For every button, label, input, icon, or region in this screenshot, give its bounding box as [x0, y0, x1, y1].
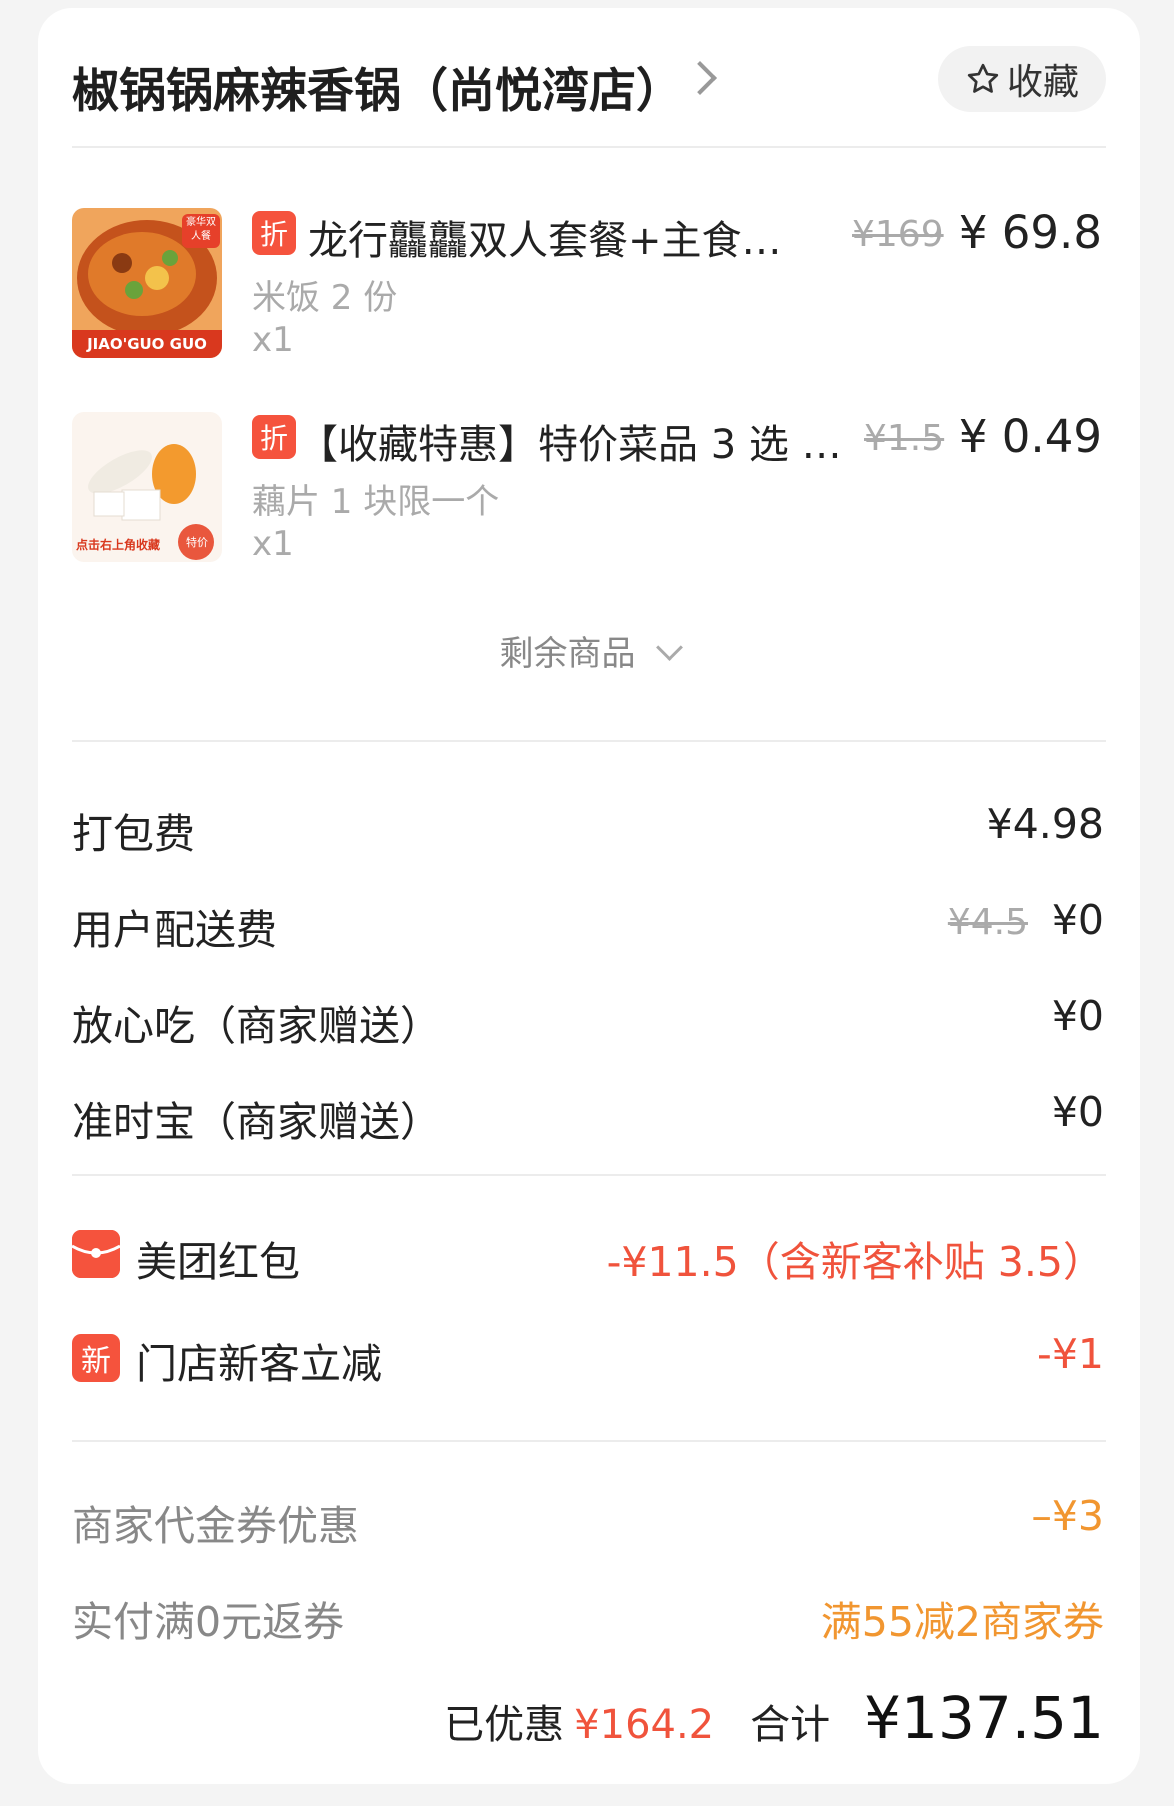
- item-title[interactable]: 【收藏特惠】特价菜品 3 选 1…: [298, 412, 858, 470]
- item-spec: 藕片 1 块限一个: [252, 482, 500, 522]
- discount-badge: 折: [252, 415, 296, 459]
- divider: [72, 740, 1106, 742]
- item-spec: 米饭 2 份: [252, 278, 398, 318]
- divider: [72, 1440, 1106, 1442]
- coupon-label-voucher: 商家代金券优惠: [72, 1502, 359, 1550]
- divider: [72, 1174, 1106, 1176]
- star-icon: [967, 63, 999, 93]
- discount-value-red-packet: -¥11.5（含新客补贴 3.5）: [606, 1238, 1104, 1286]
- item-thumbnail[interactable]: 点击右上角收藏 特价: [72, 412, 222, 562]
- item-original-price: ¥1.5: [864, 418, 945, 459]
- coupon-label-return: 实付满0元返券: [72, 1598, 345, 1646]
- discount-value-new-customer: -¥1: [1037, 1330, 1104, 1378]
- item-price: ¥ 0.49: [958, 410, 1102, 463]
- thumb-tag-text: 豪华双人餐: [186, 217, 216, 242]
- store-name[interactable]: 椒锅锅麻辣香锅（尚悦湾店）: [72, 52, 683, 121]
- red-packet-icon: [72, 1230, 120, 1278]
- total-value: ¥137.51: [864, 1684, 1104, 1752]
- total-label: 合计: [750, 1702, 831, 1748]
- fee-value-delivery: ¥0: [1051, 896, 1104, 944]
- fee-label-on-time: 准时宝（商家赠送）: [72, 1098, 441, 1146]
- chevron-right-icon[interactable]: [683, 61, 717, 95]
- item-original-price: ¥169: [852, 214, 944, 255]
- saved-value: ¥164.2: [574, 1702, 715, 1748]
- coupon-value-voucher[interactable]: –¥3: [1031, 1492, 1104, 1540]
- more-items-label: 剩余商品: [499, 634, 636, 674]
- new-customer-icon: 新: [72, 1334, 120, 1382]
- divider: [72, 146, 1106, 148]
- thumb-brand-text: JIAO'GUO GUO: [87, 335, 207, 353]
- fee-value-on-time: ¥0: [1051, 1088, 1104, 1136]
- item-quantity: x1: [252, 320, 294, 360]
- discount-label-new-customer: 门店新客立减: [136, 1340, 382, 1388]
- saved-label: 已优惠: [444, 1702, 565, 1748]
- favorite-button[interactable]: 收藏: [938, 46, 1106, 112]
- coupon-value-return[interactable]: 满55减2商家券: [821, 1588, 1104, 1648]
- favorite-label: 收藏: [1006, 62, 1079, 103]
- fee-original-delivery: ¥4.5: [947, 902, 1028, 943]
- item-quantity: x1: [252, 524, 294, 564]
- thumb-tag-text: 特价: [186, 536, 208, 549]
- item-title[interactable]: 龙行龘龘双人套餐+主食…: [308, 208, 868, 266]
- fee-label-packaging: 打包费: [72, 810, 195, 858]
- item-price: ¥ 69.8: [958, 206, 1102, 259]
- order-summary: 已优惠 ¥164.2 合计 ¥137.51: [444, 1684, 1104, 1752]
- chevron-down-icon: [655, 634, 683, 661]
- fee-value-food-safety: ¥0: [1051, 992, 1104, 1040]
- discount-label-red-packet: 美团红包: [136, 1238, 300, 1286]
- fee-value-packaging: ¥4.98: [986, 800, 1104, 848]
- order-card: 椒锅锅麻辣香锅（尚悦湾店） 收藏 JIAO'GUO GUO 豪华双人餐 折 龙行…: [38, 8, 1140, 1784]
- discount-badge: 折: [252, 211, 296, 255]
- fee-label-delivery: 用户配送费: [72, 906, 277, 954]
- fee-label-food-safety: 放心吃（商家赠送）: [72, 1002, 441, 1050]
- more-items-toggle[interactable]: 剩余商品: [38, 626, 1140, 675]
- thumb-caption: 点击右上角收藏: [76, 538, 161, 552]
- item-thumbnail[interactable]: JIAO'GUO GUO 豪华双人餐: [72, 208, 222, 358]
